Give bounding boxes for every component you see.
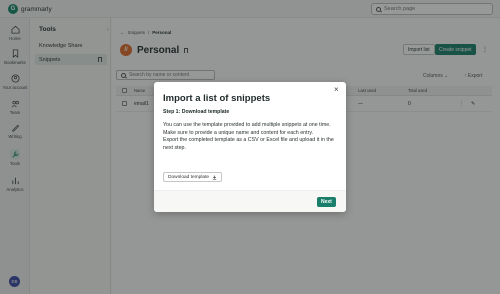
dialog-paragraph-1: You can use the template provided to add…: [163, 122, 331, 136]
dialog-body: You can use the template provided to add…: [163, 122, 339, 153]
import-dialog: × Import a list of snippets Step 1: Down…: [154, 82, 346, 212]
dialog-title: Import a list of snippets: [163, 93, 271, 104]
close-icon[interactable]: ×: [334, 86, 339, 94]
download-template-label: Download template: [168, 174, 210, 180]
download-template-button[interactable]: Download template: [163, 172, 223, 182]
dialog-step: Step 1: Download template: [163, 109, 230, 115]
dialog-paragraph-2: Export the completed template as a CSV o…: [163, 137, 334, 152]
dialog-footer: Next: [154, 190, 346, 212]
download-icon: [212, 175, 217, 180]
next-button[interactable]: Next: [317, 197, 336, 207]
